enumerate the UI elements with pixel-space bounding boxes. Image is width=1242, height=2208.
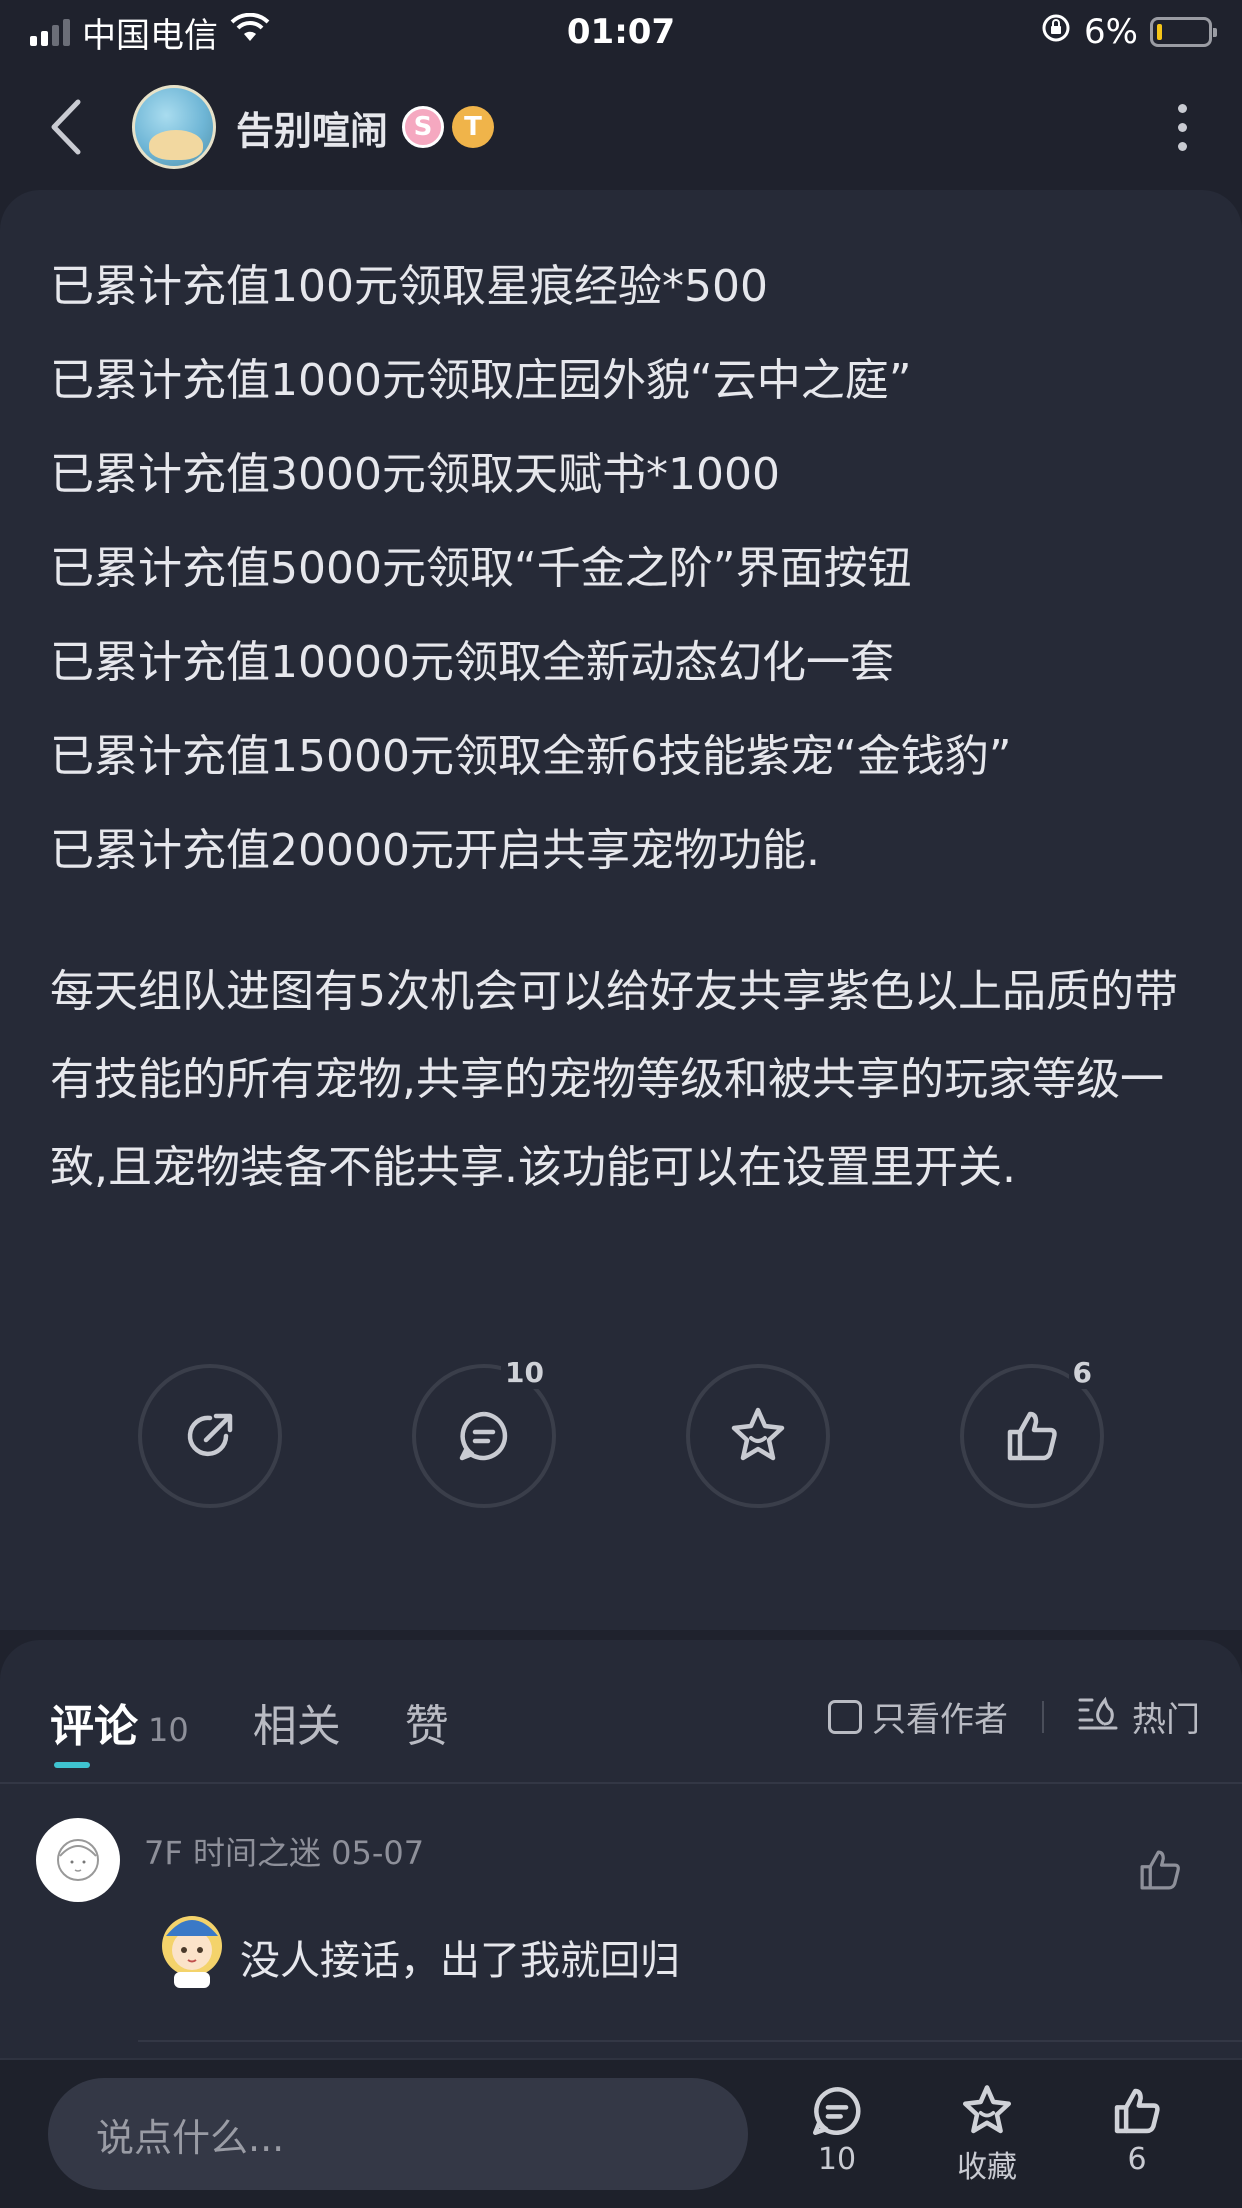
- comment-tabs: 评论 10 相关 赞: [50, 1690, 513, 1754]
- like-count: 6: [1068, 1356, 1096, 1389]
- tab-related[interactable]: 相关: [253, 1690, 341, 1754]
- tab-comments[interactable]: 评论 10: [50, 1690, 189, 1754]
- battery-icon: [1150, 17, 1217, 47]
- thumbs-up-icon: [1140, 1850, 1180, 1890]
- author-name[interactable]: 告别喧闹: [236, 100, 388, 155]
- commenter-avatar[interactable]: [36, 1818, 120, 1902]
- post-line: 已累计充值100元领取星痕经验*500: [50, 261, 768, 312]
- like-button[interactable]: 6: [960, 1356, 1104, 1508]
- user-badge-sticker: [150, 1896, 234, 1992]
- sort-hot-label[interactable]: 热门: [1132, 1692, 1200, 1741]
- comment-count: 10: [501, 1356, 548, 1389]
- favorite-button[interactable]: [686, 1364, 830, 1508]
- rotation-lock-icon: [1040, 12, 1072, 53]
- post-actions: 10 6: [0, 1356, 1242, 1514]
- comment-filters: 只看作者 热门: [828, 1692, 1200, 1741]
- bottom-favorite-label: 收藏: [957, 2150, 1017, 2185]
- bottom-like-button[interactable]: 6: [1087, 2082, 1187, 2177]
- post-body: 已累计充值100元领取星痕经验*500 已累计充值1000元领取庄园外貌“云中之…: [50, 240, 1202, 898]
- comment-button[interactable]: 10: [412, 1356, 556, 1508]
- more-icon[interactable]: [1162, 97, 1202, 157]
- tab-comments-count: 10: [148, 1711, 189, 1749]
- title-badge-icon: T: [452, 106, 495, 148]
- signal-icon: [30, 18, 70, 46]
- star-icon: [731, 1407, 785, 1461]
- comment-icon: [459, 1411, 508, 1461]
- comments-section: 评论 10 相关 赞 只看作者 热门 7F 时间之迷 05-07 没人接话，出了我…: [0, 1640, 1242, 2060]
- post-line: 已累计充值3000元领取天赋书*1000: [50, 449, 780, 500]
- author-avatar[interactable]: [132, 85, 216, 169]
- star-icon: [962, 2085, 1012, 2134]
- post-line: 已累计充值20000元开启共享宠物功能.: [50, 825, 820, 876]
- back-icon[interactable]: [40, 97, 90, 157]
- comment-icon: [812, 2086, 861, 2136]
- active-tab-indicator: [54, 1762, 90, 1768]
- bottom-favorite-button[interactable]: 收藏: [937, 2082, 1037, 2186]
- comment-like-button[interactable]: [1134, 1844, 1186, 1900]
- author-only-checkbox[interactable]: [828, 1699, 862, 1734]
- section-divider: [0, 1782, 1242, 1784]
- comment-meta: 7F 时间之迷 05-07: [144, 1828, 424, 1874]
- carrier-name: 中国电信: [82, 15, 218, 56]
- comment-floor: 7F: [144, 1834, 183, 1872]
- sort-hot-icon[interactable]: [1078, 1694, 1118, 1739]
- thumbs-up-icon: [1114, 2088, 1160, 2134]
- comment-divider: [138, 2040, 1242, 2042]
- post-line: 已累计充值5000元领取“千金之阶”界面按钮: [50, 543, 912, 594]
- post-line: 已累计充值1000元领取庄园外貌“云中之庭”: [50, 355, 912, 406]
- comment-text: 没人接话，出了我就回归: [240, 1938, 680, 1984]
- author-only-label[interactable]: 只看作者: [872, 1692, 1008, 1741]
- share-button[interactable]: [138, 1364, 282, 1508]
- commenter-name[interactable]: 时间之迷: [193, 1834, 321, 1872]
- tab-likes[interactable]: 赞: [405, 1690, 449, 1754]
- thumbs-up-icon: [1007, 1411, 1057, 1461]
- post-line: 已累计充值10000元领取全新动态幻化一套: [50, 637, 894, 688]
- post-header: 告别喧闹 S T: [0, 72, 1242, 182]
- share-icon: [187, 1413, 233, 1457]
- comment-date: 05-07: [331, 1834, 425, 1872]
- status-right: 6%: [1040, 12, 1217, 53]
- level-badge-icon: S: [402, 106, 445, 148]
- post-line: 已累计充值15000元领取全新6技能紫宠“金钱豹”: [50, 731, 1012, 782]
- bottom-comment-count: 10: [817, 2142, 857, 2177]
- filter-divider: [1042, 1700, 1044, 1733]
- bottom-comment-button[interactable]: 10: [787, 2082, 887, 2177]
- status-left: 中国电信: [30, 8, 270, 57]
- wifi-icon: [230, 12, 270, 52]
- battery-percent: 6%: [1084, 12, 1138, 52]
- status-bar: 中国电信 01:07 6%: [0, 0, 1242, 64]
- comment-input[interactable]: 说点什么...: [48, 2078, 748, 2190]
- bottom-bar: 说点什么... 10 收藏 6: [0, 2058, 1242, 2208]
- bottom-like-count: 6: [1127, 2142, 1147, 2177]
- post-paragraph: 每天组队进图有5次机会可以给好友共享紫色以上品质的带有技能的所有宠物,共享的宠物…: [50, 966, 1178, 1193]
- post-card: 已累计充值100元领取星痕经验*500 已累计充值1000元领取庄园外貌“云中之…: [0, 190, 1242, 1630]
